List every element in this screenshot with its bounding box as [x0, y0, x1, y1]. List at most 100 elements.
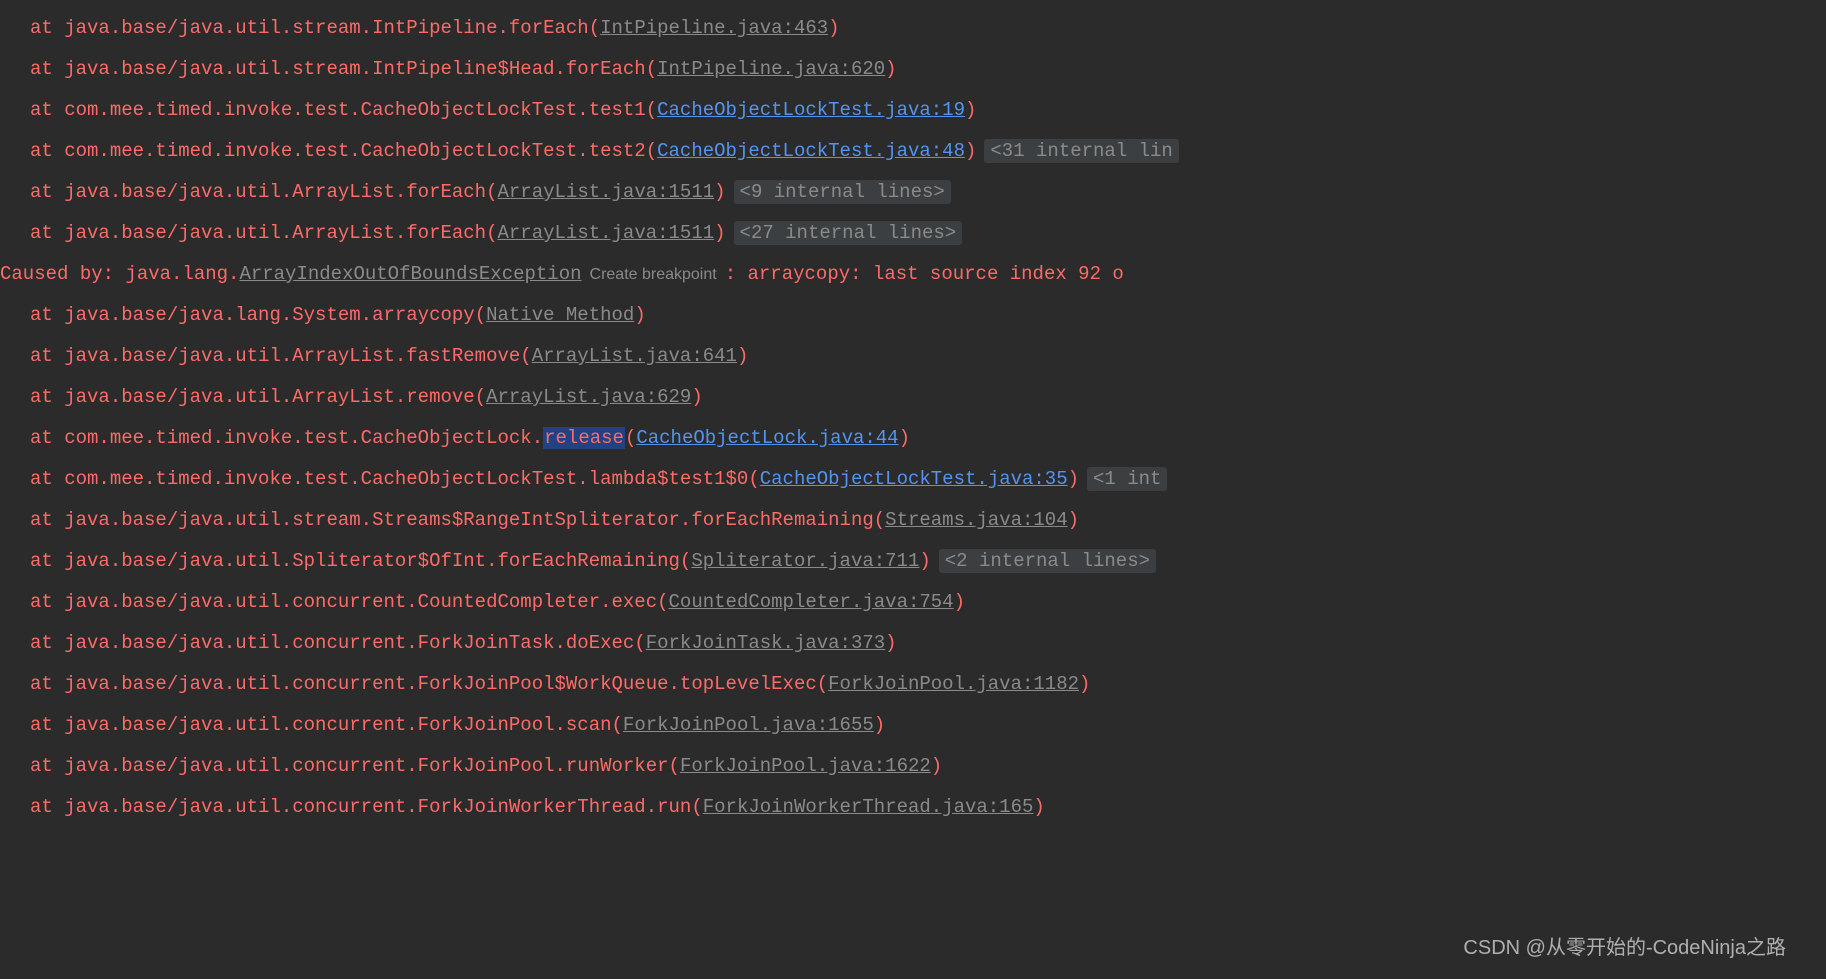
open-paren: (	[475, 304, 486, 326]
close-paren: )	[965, 140, 976, 162]
close-paren: )	[714, 181, 725, 203]
close-paren: )	[885, 58, 896, 80]
at-keyword: at	[30, 550, 64, 572]
console-output[interactable]: at java.base/java.util.stream.IntPipelin…	[0, 8, 1826, 828]
source-link[interactable]: CacheObjectLockTest.java:48	[657, 140, 965, 162]
stack-frame: at java.base/java.util.concurrent.ForkJo…	[0, 623, 1826, 664]
close-paren: )	[965, 99, 976, 121]
stack-location: java.base/java.util.ArrayList.remove	[64, 386, 474, 408]
stack-frame: at java.base/java.util.concurrent.Counte…	[0, 582, 1826, 623]
open-paren: (	[691, 796, 702, 818]
stack-location: com.mee.timed.invoke.test.CacheObjectLoc…	[64, 99, 646, 121]
source-link[interactable]: CacheObjectLockTest.java:35	[760, 468, 1068, 490]
highlighted-method: release	[543, 427, 625, 449]
close-paren: )	[1068, 509, 1079, 531]
caused-by-prefix: Caused by: java.lang.	[0, 263, 239, 285]
stack-frame: at java.base/java.util.concurrent.ForkJo…	[0, 664, 1826, 705]
exception-message: : arraycopy: last source index 92 o	[725, 263, 1124, 285]
close-paren: )	[874, 714, 885, 736]
open-paren: (	[646, 140, 657, 162]
at-keyword: at	[30, 673, 64, 695]
stack-location: java.base/java.util.concurrent.ForkJoinW…	[64, 796, 691, 818]
close-paren: )	[737, 345, 748, 367]
stack-frame: at com.mee.timed.invoke.test.CacheObject…	[0, 131, 1826, 172]
open-paren: (	[486, 181, 497, 203]
at-keyword: at	[30, 345, 64, 367]
close-paren: )	[885, 632, 896, 654]
stack-location: java.base/java.lang.System.arraycopy	[64, 304, 474, 326]
at-keyword: at	[30, 632, 64, 654]
source-link[interactable]: ForkJoinPool.java:1622	[680, 755, 931, 777]
stack-location: java.base/java.util.concurrent.ForkJoinP…	[64, 755, 668, 777]
source-link[interactable]: Spliterator.java:711	[691, 550, 919, 572]
at-keyword: at	[30, 714, 64, 736]
close-paren: )	[828, 17, 839, 39]
stack-location: java.base/java.util.ArrayList.forEach	[64, 181, 486, 203]
collapsed-frames[interactable]: <2 internal lines>	[939, 549, 1156, 573]
at-keyword: at	[30, 755, 64, 777]
stack-location: java.base/java.util.ArrayList.fastRemove	[64, 345, 520, 367]
at-keyword: at	[30, 181, 64, 203]
open-paren: (	[625, 427, 636, 449]
source-link[interactable]: CacheObjectLockTest.java:19	[657, 99, 965, 121]
collapsed-frames[interactable]: <27 internal lines>	[734, 221, 963, 245]
stack-frame: at com.mee.timed.invoke.test.CacheObject…	[0, 90, 1826, 131]
close-paren: )	[691, 386, 702, 408]
close-paren: )	[899, 427, 910, 449]
stack-location: java.base/java.util.Spliterator$OfInt.fo…	[64, 550, 680, 572]
open-paren: (	[612, 714, 623, 736]
stack-frame: at java.base/java.util.stream.Streams$Ra…	[0, 500, 1826, 541]
stack-frame: at java.base/java.util.Spliterator$OfInt…	[0, 541, 1826, 582]
stack-frame: at java.base/java.util.ArrayList.forEach…	[0, 172, 1826, 213]
at-keyword: at	[30, 591, 64, 613]
collapsed-frames[interactable]: <31 internal lin	[984, 139, 1178, 163]
create-breakpoint-link[interactable]: Create breakpoint	[582, 266, 725, 283]
at-keyword: at	[30, 509, 64, 531]
exception-class-link[interactable]: ArrayIndexOutOfBoundsException	[239, 263, 581, 285]
open-paren: (	[634, 632, 645, 654]
source-link[interactable]: ForkJoinPool.java:1182	[828, 673, 1079, 695]
at-keyword: at	[30, 58, 64, 80]
collapsed-frames[interactable]: <1 int	[1087, 467, 1167, 491]
close-paren: )	[954, 591, 965, 613]
stack-location: com.mee.timed.invoke.test.CacheObjectLoc…	[64, 140, 646, 162]
close-paren: )	[1068, 468, 1079, 490]
close-paren: )	[714, 222, 725, 244]
close-paren: )	[1033, 796, 1044, 818]
source-link[interactable]: ForkJoinWorkerThread.java:165	[703, 796, 1034, 818]
at-keyword: at	[30, 386, 64, 408]
source-link[interactable]: ArrayList.java:641	[532, 345, 737, 367]
open-paren: (	[669, 755, 680, 777]
source-link[interactable]: Streams.java:104	[885, 509, 1067, 531]
source-link[interactable]: ArrayList.java:629	[486, 386, 691, 408]
open-paren: (	[646, 99, 657, 121]
open-paren: (	[657, 591, 668, 613]
collapsed-frames[interactable]: <9 internal lines>	[734, 180, 951, 204]
close-paren: )	[1079, 673, 1090, 695]
caused-by-line: Caused by: java.lang.ArrayIndexOutOfBoun…	[0, 254, 1826, 295]
source-link[interactable]: Native Method	[486, 304, 634, 326]
open-paren: (	[748, 468, 759, 490]
watermark: CSDN @从零开始的-CodeNinja之路	[1463, 928, 1786, 969]
at-keyword: at	[30, 99, 64, 121]
source-link[interactable]: IntPipeline.java:463	[600, 17, 828, 39]
at-keyword: at	[30, 304, 64, 326]
at-keyword: at	[30, 222, 64, 244]
source-link[interactable]: ArrayList.java:1511	[498, 222, 715, 244]
source-link[interactable]: CountedCompleter.java:754	[669, 591, 954, 613]
open-paren: (	[874, 509, 885, 531]
stack-frame: at com.mee.timed.invoke.test.CacheObject…	[0, 459, 1826, 500]
open-paren: (	[520, 345, 531, 367]
stack-location: java.base/java.util.stream.IntPipeline$H…	[64, 58, 646, 80]
source-link[interactable]: CacheObjectLock.java:44	[636, 427, 898, 449]
open-paren: (	[817, 673, 828, 695]
stack-location: java.base/java.util.stream.Streams$Range…	[64, 509, 874, 531]
source-link[interactable]: IntPipeline.java:620	[657, 58, 885, 80]
source-link[interactable]: ArrayList.java:1511	[498, 181, 715, 203]
open-paren: (	[589, 17, 600, 39]
open-paren: (	[475, 386, 486, 408]
stack-frame: at java.base/java.util.concurrent.ForkJo…	[0, 746, 1826, 787]
source-link[interactable]: ForkJoinPool.java:1655	[623, 714, 874, 736]
source-link[interactable]: ForkJoinTask.java:373	[646, 632, 885, 654]
stack-location: java.base/java.util.stream.IntPipeline.f…	[64, 17, 589, 39]
